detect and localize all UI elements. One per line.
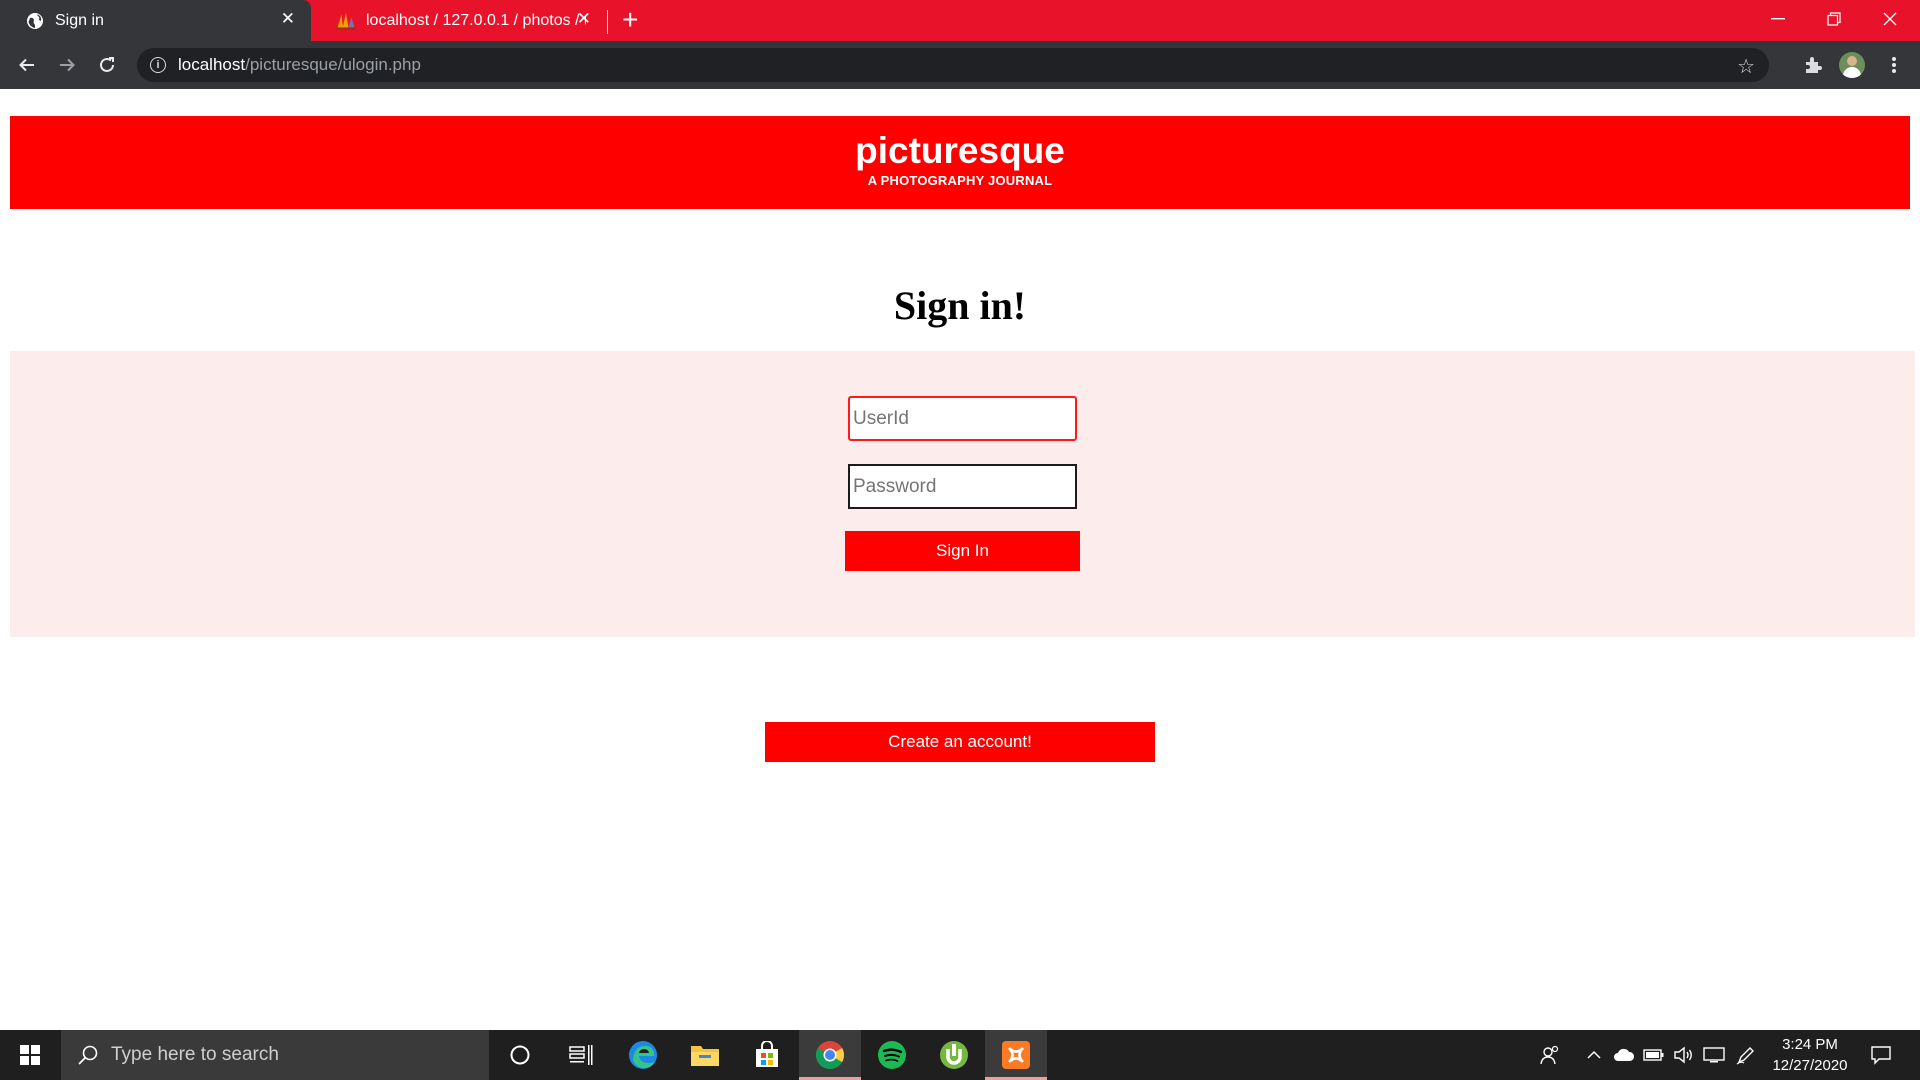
userid-input[interactable] [848,396,1077,441]
taskbar-clock[interactable]: 3:24 PM 12/27/2020 [1765,1034,1855,1076]
password-input[interactable] [848,464,1077,509]
notifications-icon[interactable] [1866,1030,1896,1080]
start-button[interactable] [0,1030,60,1080]
url-text: localhost/picturesque/ulogin.php [178,55,421,74]
reload-button[interactable] [93,51,121,79]
spotify-icon[interactable] [861,1030,923,1080]
page-title: Sign in! [893,283,1027,328]
browser-titlebar: Sign in ✕ localhost / 127.0.0.1 / photos… [0,0,1920,41]
xampp-icon[interactable] [985,1030,1047,1080]
login-form: Sign In [10,351,1915,637]
battery-icon[interactable] [1642,1030,1666,1080]
search-placeholder: Type here to search [111,1044,279,1065]
new-tab-button[interactable]: + [622,5,638,35]
minimize-button[interactable] [1750,0,1806,38]
clock-date: 12/27/2020 [1772,1057,1848,1074]
phpmyadmin-icon [336,11,356,31]
windows-taskbar: Type here to search 3:24 PM 12/27/2020 [0,1030,1920,1080]
web-page: picturesque A PHOTOGRAPHY JOURNAL Sign i… [0,89,1920,1030]
address-bar[interactable]: i localhost/picturesque/ulogin.php ☆ [137,48,1769,82]
more-menu-icon[interactable] [1880,51,1908,79]
site-header: picturesque A PHOTOGRAPHY JOURNAL [10,116,1910,209]
reload-icon [100,57,114,72]
browser-toolbar: i localhost/picturesque/ulogin.php ☆ [0,41,1920,89]
chrome-icon[interactable] [799,1030,861,1080]
tab-sign-in[interactable]: Sign in ✕ [0,0,311,41]
profile-avatar[interactable] [1839,52,1865,78]
info-icon[interactable]: i [150,57,166,73]
close-tab-icon[interactable]: ✕ [281,9,295,29]
windows-logo-icon [20,1045,40,1065]
store-icon[interactable] [736,1030,798,1080]
bookmark-star-icon[interactable]: ☆ [1737,54,1755,79]
close-tab-icon[interactable]: ✕ [577,9,591,29]
task-view-icon[interactable] [550,1030,612,1080]
clock-time: 3:24 PM [1782,1036,1838,1053]
arrow-right-icon [60,58,75,72]
arrow-left-icon [19,58,34,72]
tab-title: localhost / 127.0.0.1 / photos / u [366,11,586,29]
tab-title: Sign in [55,11,104,29]
sign-in-button[interactable]: Sign In [845,531,1080,571]
site-tagline: A PHOTOGRAPHY JOURNAL [867,173,1053,188]
network-icon[interactable] [1702,1030,1726,1080]
search-icon [78,1045,98,1065]
site-brand[interactable]: picturesque [10,131,1910,171]
cortana-icon[interactable] [489,1030,551,1080]
utorrent-icon[interactable] [923,1030,985,1080]
extensions-icon[interactable] [1799,51,1827,79]
pen-icon[interactable] [1734,1030,1758,1080]
close-window-button[interactable] [1862,0,1918,38]
edge-icon[interactable] [612,1030,674,1080]
back-button[interactable] [13,51,41,79]
forward-button[interactable] [53,51,81,79]
globe-icon [25,11,45,31]
volume-icon[interactable] [1672,1030,1696,1080]
taskbar-search[interactable]: Type here to search [61,1030,489,1080]
onedrive-icon[interactable] [1612,1030,1636,1080]
tab-phpmyadmin[interactable]: localhost / 127.0.0.1 / photos / u ✕ [311,0,607,41]
file-explorer-icon[interactable] [674,1030,736,1080]
tab-divider [607,10,608,34]
people-icon[interactable] [1536,1030,1564,1080]
create-account-button[interactable]: Create an account! [765,722,1155,762]
restore-button[interactable] [1806,0,1862,38]
chevron-up-icon[interactable] [1583,1030,1605,1080]
